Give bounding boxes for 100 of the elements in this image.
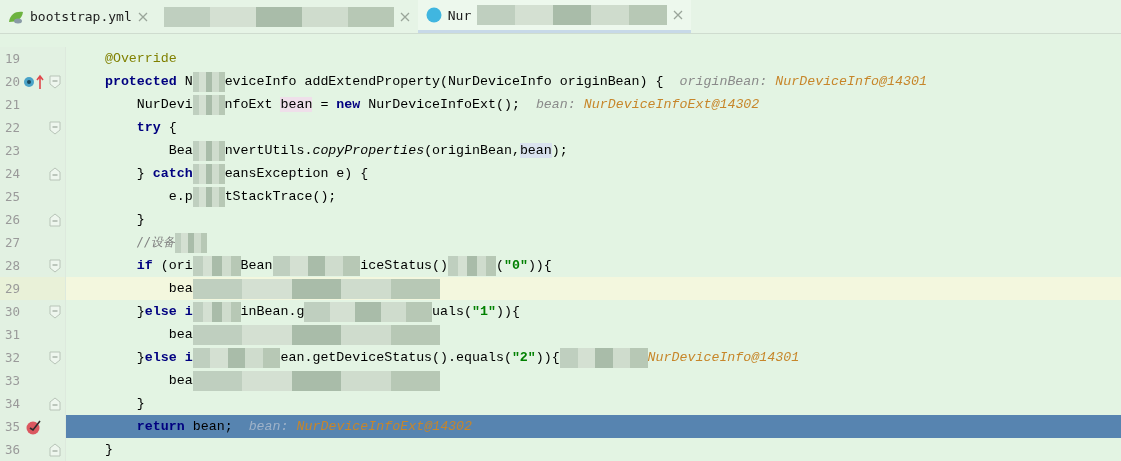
code-text: bea bbox=[168, 327, 193, 342]
line-number: 29 bbox=[3, 281, 20, 296]
code-text: )){ bbox=[535, 350, 560, 365]
code-text: try bbox=[136, 120, 161, 135]
code-text: ); bbox=[551, 143, 568, 158]
code-text: bean bbox=[519, 143, 552, 158]
fold-icon bbox=[49, 166, 61, 181]
code-text: bea bbox=[168, 373, 193, 388]
code-text: return bbox=[136, 419, 185, 434]
line-number: 27 bbox=[3, 235, 20, 250]
line-number: 19 bbox=[3, 51, 20, 66]
line-number: 36 bbox=[3, 442, 20, 457]
override-marker-icon bbox=[23, 73, 45, 90]
code-text: protected bbox=[104, 74, 177, 89]
code-text: inBean.g bbox=[240, 304, 305, 319]
code-text: N bbox=[184, 74, 193, 89]
fold-icon bbox=[49, 350, 61, 365]
fold-icon bbox=[49, 120, 61, 135]
line-number: 23 bbox=[3, 143, 20, 158]
code-text: catch bbox=[152, 166, 193, 181]
code-text: )){ bbox=[495, 304, 520, 319]
editor-tab[interactable]: bootstrap.yml bbox=[0, 0, 156, 33]
code-text: new bbox=[336, 97, 361, 112]
code-text: Bean bbox=[240, 258, 273, 273]
code-text: } bbox=[136, 304, 145, 319]
line-number: 35 bbox=[3, 419, 20, 434]
redacted-block bbox=[192, 255, 241, 276]
line-number: 32 bbox=[3, 350, 20, 365]
code-text: else i bbox=[144, 350, 193, 365]
close-icon bbox=[137, 11, 148, 22]
fold-icon bbox=[49, 258, 61, 273]
code-text: } bbox=[136, 350, 145, 365]
line-number: 31 bbox=[3, 327, 20, 342]
inline-debug-value: bean: bbox=[535, 97, 577, 112]
line-number: 21 bbox=[3, 97, 20, 112]
code-text: Bea bbox=[168, 143, 193, 158]
code-text: bean; bbox=[192, 419, 233, 434]
code-text: ean.getDeviceStatus().equals( bbox=[280, 350, 512, 365]
inline-debug-value: NurDeviceInfoExt@14302 bbox=[296, 419, 473, 434]
line-number: 26 bbox=[3, 212, 20, 227]
inline-debug-value: originBean: bbox=[679, 74, 769, 89]
code-text: eansException e) { bbox=[224, 166, 369, 181]
line-number: 25 bbox=[3, 189, 20, 204]
inline-debug-value: NurDeviceInfoExt@14302 bbox=[583, 97, 760, 112]
breakpoint-icon bbox=[25, 418, 43, 435]
redacted-block bbox=[448, 255, 496, 276]
code-text: } bbox=[136, 166, 146, 181]
code-text: iceStatus() bbox=[360, 258, 449, 273]
code-text: } bbox=[136, 396, 145, 411]
code-text: { bbox=[168, 120, 177, 135]
inline-debug-value: bean: bbox=[248, 419, 290, 434]
code-text: bean bbox=[280, 97, 313, 112]
code-text: else i bbox=[144, 304, 193, 319]
code-text: )){ bbox=[527, 258, 552, 273]
code-text: ( bbox=[495, 258, 504, 273]
line-number: 28 bbox=[3, 258, 20, 273]
code-text: "1" bbox=[472, 304, 496, 319]
line-number: 22 bbox=[3, 120, 20, 135]
line-number: 33 bbox=[3, 373, 20, 388]
redacted-block bbox=[192, 186, 225, 207]
redacted-block bbox=[192, 94, 225, 115]
line-number: 30 bbox=[3, 304, 20, 319]
fold-icon bbox=[49, 442, 61, 457]
class-icon bbox=[425, 7, 442, 23]
redacted-block bbox=[192, 140, 225, 161]
code-text: eviceInfo addExtendProperty(NurDeviceInfo originBean) { bbox=[224, 74, 664, 89]
code-text: e.p bbox=[168, 189, 193, 204]
redacted-block bbox=[192, 163, 225, 184]
code-text: "2" bbox=[511, 350, 536, 365]
fold-icon bbox=[49, 212, 61, 227]
code-text: } bbox=[104, 442, 113, 457]
code-text: } bbox=[136, 212, 145, 227]
code-text: @Override bbox=[104, 51, 177, 66]
fold-icon bbox=[49, 304, 61, 319]
code-text: (ori bbox=[160, 258, 193, 273]
code-text: = bbox=[320, 97, 330, 112]
close-icon bbox=[399, 11, 410, 22]
code-text: bea bbox=[168, 281, 193, 296]
line-number: 20 bbox=[3, 74, 20, 89]
inline-debug-value: NurDeviceInfo@14301 bbox=[775, 74, 927, 89]
line-number: 34 bbox=[3, 396, 20, 411]
code-text: (originBean, bbox=[424, 143, 520, 158]
fold-icon bbox=[49, 396, 61, 411]
code-text: nvertUtils. bbox=[224, 143, 313, 158]
redacted-block bbox=[192, 71, 225, 92]
line-number: 24 bbox=[3, 166, 20, 181]
code-text: nfoExt bbox=[224, 97, 274, 112]
code-text: if bbox=[136, 258, 153, 273]
code-text: NurDeviceInfoExt(); bbox=[368, 97, 520, 112]
redacted-block bbox=[192, 301, 241, 322]
code-text: "0" bbox=[503, 258, 528, 273]
redacted-block bbox=[175, 232, 208, 253]
leaf-icon bbox=[8, 9, 24, 24]
code-text: NurDevi bbox=[136, 97, 193, 112]
editor-tab[interactable]: Nur bbox=[417, 0, 692, 33]
close-icon bbox=[673, 10, 684, 20]
fold-icon bbox=[49, 74, 61, 89]
code-text: copyProperties bbox=[312, 143, 425, 158]
code-text: tStackTrace(); bbox=[224, 189, 337, 204]
code-text: uals( bbox=[432, 304, 472, 319]
